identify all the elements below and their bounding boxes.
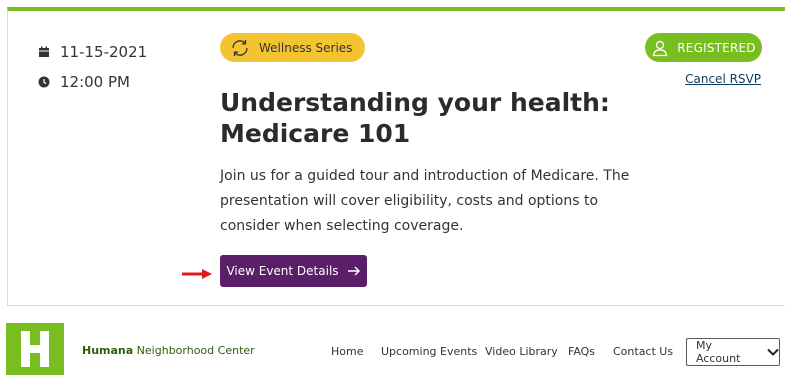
nav-home[interactable]: Home — [331, 345, 363, 358]
nav-contact-us[interactable]: Contact Us — [613, 345, 673, 358]
registered-label: REGISTERED — [677, 40, 756, 55]
user-icon — [651, 39, 669, 57]
site-footer-nav: Humana Neighborhood Center Home Upcoming… — [0, 318, 785, 375]
event-meta: 11-15-2021 12:00 PM — [38, 37, 147, 97]
view-event-details-button[interactable]: View Event Details — [220, 255, 367, 287]
red-arrow-icon — [182, 264, 212, 279]
event-title-line1: Understanding your health: — [220, 88, 610, 117]
event-date-text: 11-15-2021 — [60, 43, 148, 61]
arrow-right-icon — [347, 266, 361, 276]
event-description: Join us for a guided tour and introducti… — [220, 168, 630, 234]
registered-badge: REGISTERED — [645, 33, 762, 62]
cancel-rsvp-link[interactable]: Cancel RSVP — [685, 72, 761, 86]
event-card: 11-15-2021 12:00 PM Wellness Series REGI… — [7, 7, 785, 306]
my-account-dropdown[interactable]: My Account — [686, 338, 780, 366]
my-account-label: My Account — [696, 339, 741, 365]
chevron-down-icon — [767, 348, 779, 356]
event-title: Understanding your health: Medicare 101 — [220, 87, 620, 149]
humana-logo[interactable] — [6, 323, 64, 375]
view-event-details-label: View Event Details — [226, 264, 339, 278]
nav-video-library[interactable]: Video Library — [485, 345, 558, 358]
event-date: 11-15-2021 — [38, 37, 147, 67]
event-time: 12:00 PM — [38, 67, 147, 97]
event-time-text: 12:00 PM — [60, 73, 130, 91]
brand-name: Humana Neighborhood Center — [82, 344, 255, 357]
brand-strong: Humana — [82, 344, 134, 357]
series-label: Wellness Series — [259, 40, 353, 55]
event-title-line2: Medicare 101 — [220, 119, 411, 148]
clock-icon — [38, 76, 50, 88]
nav-faqs[interactable]: FAQs — [568, 345, 595, 358]
calendar-icon — [38, 46, 50, 58]
refresh-icon — [229, 37, 251, 59]
brand-rest: Neighborhood Center — [133, 344, 255, 357]
series-tag: Wellness Series — [220, 33, 366, 62]
nav-upcoming-events[interactable]: Upcoming Events — [381, 345, 477, 358]
